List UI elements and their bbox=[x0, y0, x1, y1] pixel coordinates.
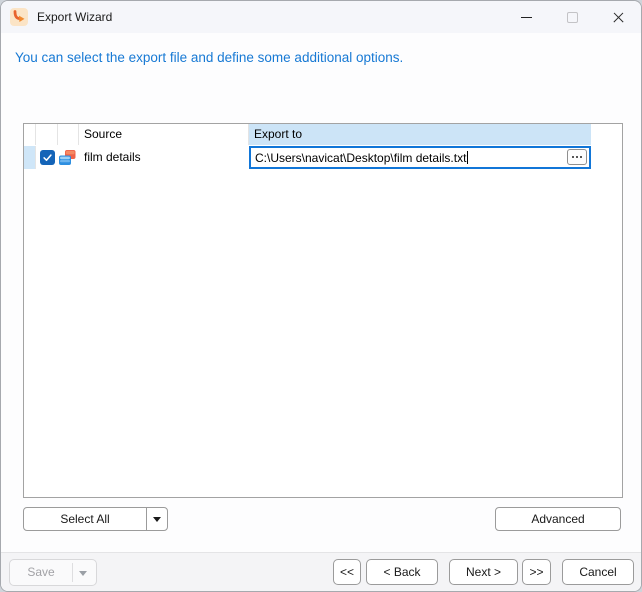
title-bar: Export Wizard bbox=[1, 1, 641, 33]
split-divider bbox=[146, 508, 147, 530]
text-caret bbox=[467, 151, 469, 164]
view-table-icon bbox=[59, 150, 76, 165]
save-label[interactable]: Save bbox=[10, 560, 72, 585]
header-icon-column bbox=[58, 124, 79, 145]
save-split-button[interactable]: Save bbox=[9, 559, 97, 586]
maximize-icon bbox=[566, 11, 578, 23]
minimize-button[interactable] bbox=[503, 1, 549, 33]
header-row-selector bbox=[24, 124, 36, 145]
back-button[interactable]: < Back bbox=[366, 559, 438, 585]
table-header-row: Source Export to bbox=[24, 124, 622, 147]
row-checkbox[interactable] bbox=[40, 150, 55, 165]
screen: Export Wizard You can select the export … bbox=[0, 0, 642, 592]
row-selection-indicator bbox=[24, 146, 36, 169]
advanced-button[interactable]: Advanced bbox=[495, 507, 621, 531]
window-title: Export Wizard bbox=[37, 10, 113, 24]
last-page-button[interactable]: >> bbox=[522, 559, 551, 585]
split-divider bbox=[72, 563, 73, 582]
app-export-icon bbox=[10, 8, 28, 26]
export-wizard-dialog: Export Wizard You can select the export … bbox=[0, 0, 642, 592]
ellipsis-icon bbox=[572, 156, 574, 158]
footer-bar: Save << < Back Next > >> Cancel bbox=[1, 553, 641, 591]
select-all-split-button[interactable]: Select All bbox=[23, 507, 168, 531]
next-button[interactable]: Next > bbox=[449, 559, 518, 585]
minimize-icon bbox=[520, 16, 532, 18]
wizard-instruction: You can select the export file and defin… bbox=[15, 50, 404, 65]
close-button[interactable] bbox=[595, 1, 641, 33]
cancel-button[interactable]: Cancel bbox=[562, 559, 634, 585]
close-icon bbox=[612, 11, 625, 24]
chevron-down-icon[interactable] bbox=[153, 517, 161, 522]
header-source: Source bbox=[79, 124, 249, 145]
source-cell: film details bbox=[84, 150, 141, 164]
export-path-input[interactable]: C:\Users\navicat\Desktop\film details.tx… bbox=[249, 146, 591, 169]
header-export-to: Export to bbox=[249, 124, 591, 145]
first-page-button[interactable]: << bbox=[333, 559, 361, 585]
chevron-down-icon[interactable] bbox=[79, 571, 87, 576]
check-icon bbox=[43, 154, 52, 162]
export-path-value: C:\Users\navicat\Desktop\film details.tx… bbox=[255, 150, 467, 165]
export-items-table: Source Export to film details C:\Users\n… bbox=[23, 123, 623, 498]
select-all-label[interactable]: Select All bbox=[24, 508, 146, 530]
browse-button[interactable] bbox=[567, 149, 587, 165]
table-row[interactable]: film details C:\Users\navicat\Desktop\fi… bbox=[24, 146, 622, 169]
header-checkbox-column bbox=[36, 124, 58, 145]
maximize-button bbox=[549, 1, 595, 33]
